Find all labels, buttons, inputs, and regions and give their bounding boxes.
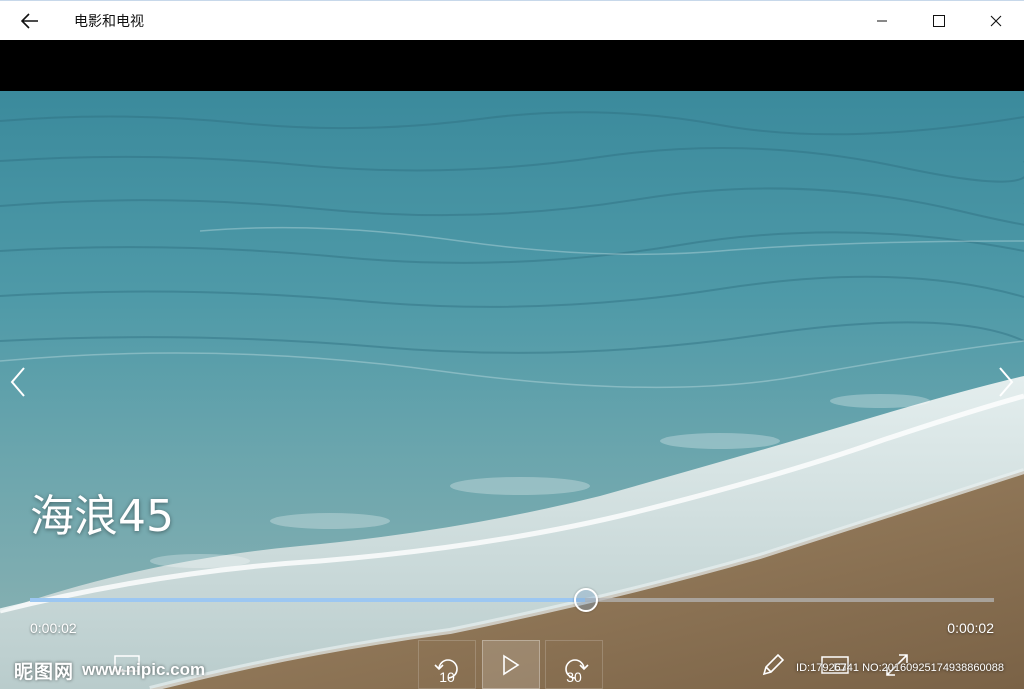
pencil-icon: [762, 653, 785, 675]
skip-forward-button[interactable]: 30: [545, 640, 603, 689]
watermark-id: ID:17926741 NO:20160925174938860088: [796, 662, 1004, 674]
app-title: 电影和电视: [74, 12, 144, 29]
back-button[interactable]: [0, 1, 60, 41]
minimize-icon: [876, 20, 887, 22]
play-button[interactable]: [482, 640, 540, 689]
maximize-button[interactable]: [910, 1, 967, 41]
back-arrow-icon: [21, 12, 38, 29]
previous-button[interactable]: [0, 360, 36, 404]
seek-thumb[interactable]: [574, 588, 599, 612]
close-icon: [990, 15, 1001, 27]
skip-back-label: 10: [439, 669, 455, 685]
video-player[interactable]: 海浪45 0:00:02 0:00:02 10 30 昵图网 www.nipic…: [0, 40, 1024, 689]
watermark-logo: 昵图网: [14, 661, 75, 683]
chevron-left-icon: [10, 367, 25, 397]
edit-button[interactable]: [744, 640, 802, 689]
seek-bar[interactable]: [30, 588, 994, 612]
minimize-button[interactable]: [853, 1, 910, 41]
next-button[interactable]: [988, 360, 1024, 404]
video-title: 海浪45: [30, 491, 174, 542]
seek-progress: [30, 598, 586, 602]
window-controls: [853, 1, 1024, 41]
close-button[interactable]: [967, 1, 1024, 41]
elapsed-time: 0:00:02: [30, 620, 77, 636]
chevron-right-icon: [999, 367, 1014, 397]
watermark-url: www.nipic.com: [82, 660, 206, 679]
skip-forward-label: 30: [566, 669, 582, 685]
skip-back-button[interactable]: 10: [418, 640, 476, 689]
remaining-time: 0:00:02: [947, 620, 994, 636]
title-bar: 电影和电视: [0, 0, 1024, 40]
play-icon: [503, 654, 520, 675]
maximize-icon: [932, 15, 945, 27]
